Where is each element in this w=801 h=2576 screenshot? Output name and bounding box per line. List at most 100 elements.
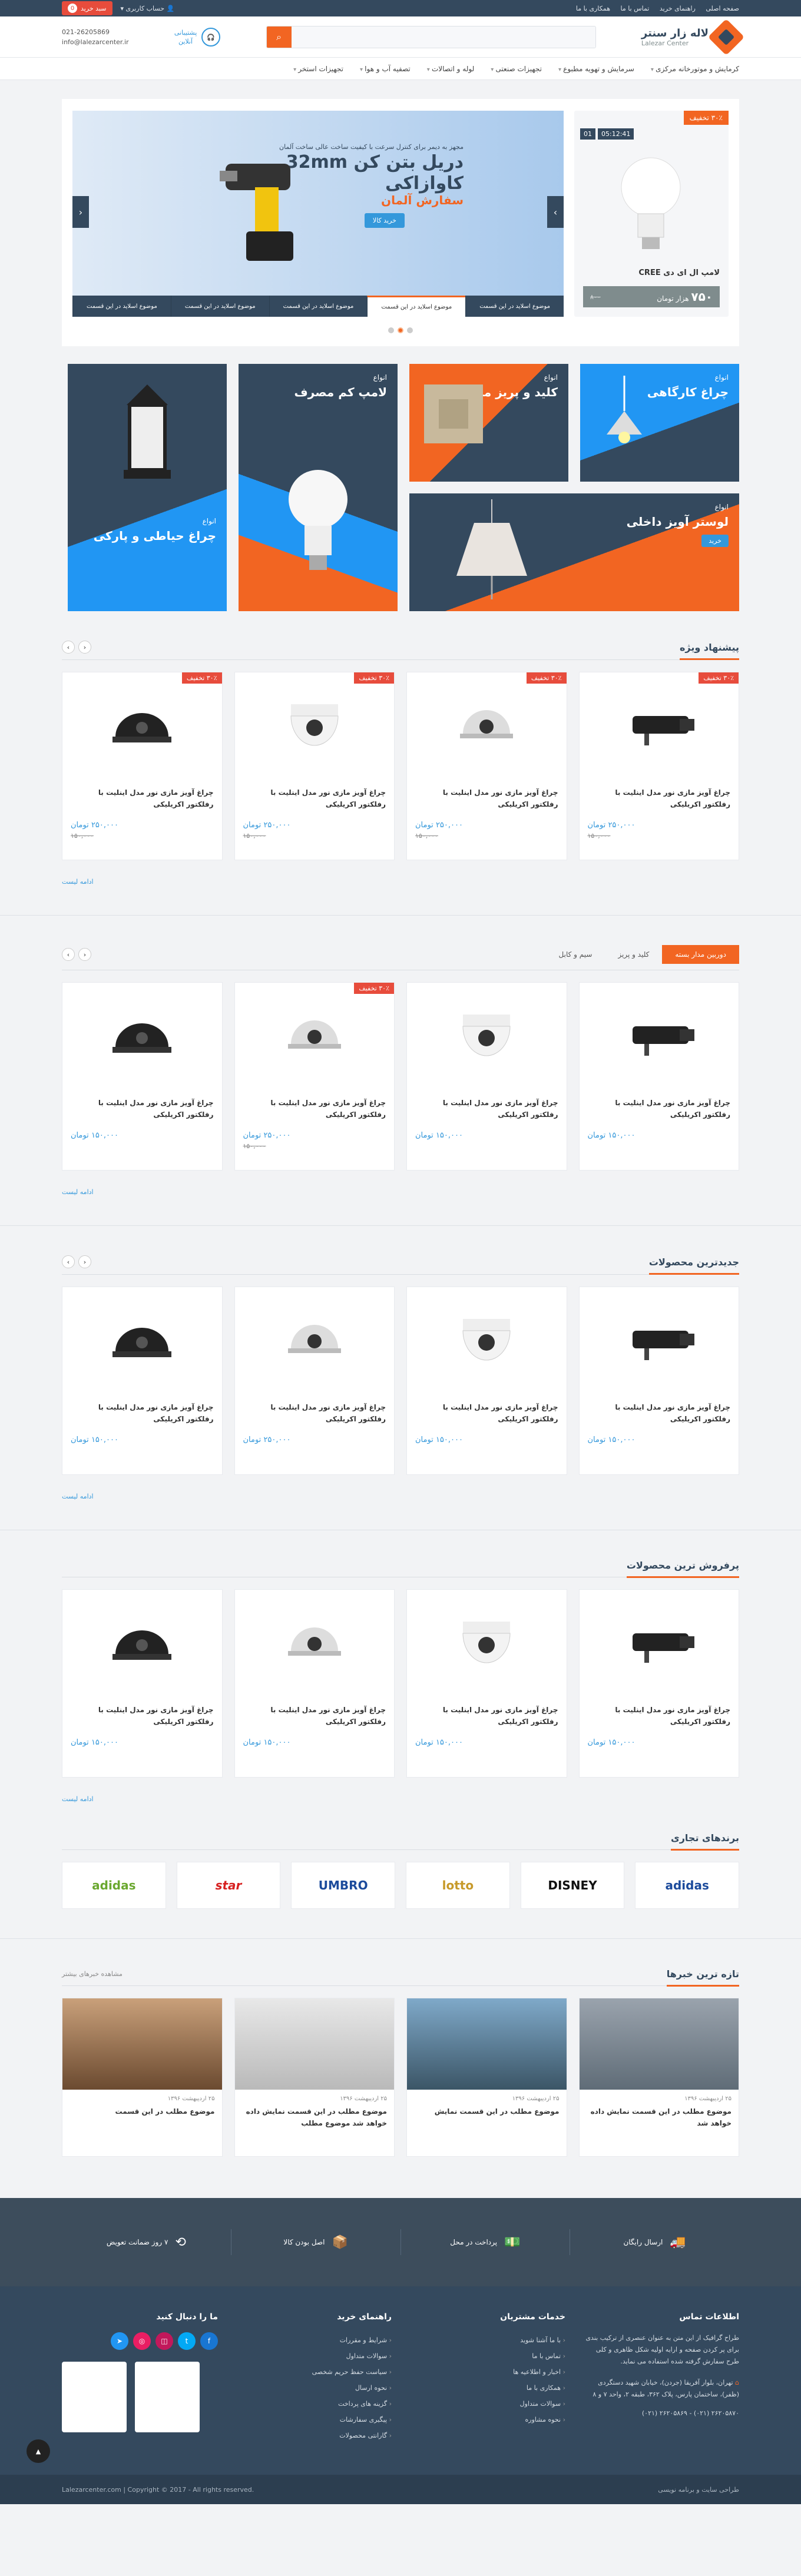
enamad-seal[interactable]: [135, 2362, 200, 2432]
product-name[interactable]: چراغ آویز مازی نور مدل اینلیت با رفلکتور…: [243, 1401, 386, 1425]
footer-link[interactable]: همکاری با ما: [409, 2380, 565, 2396]
tab-cctv[interactable]: دوربین مدار بسته: [662, 945, 739, 964]
slider-prev-button[interactable]: ‹: [72, 196, 89, 228]
header-email[interactable]: info@lalezarcenter.ir: [62, 37, 129, 47]
account-menu[interactable]: 👤 حساب کاربری ▾: [121, 5, 175, 12]
product-card[interactable]: چراغ آویز مازی نور مدل اینلیت با رفلکتور…: [578, 982, 739, 1171]
more-link[interactable]: ادامه لیست: [62, 1795, 739, 1803]
news-card[interactable]: ۲۵ اردیبهشت ۱۳۹۶ موضوع مطلب در این قسمت ن…: [578, 1998, 739, 2157]
banner-garden-light[interactable]: انواع چراغ حیاطی و پارکی: [68, 364, 227, 611]
product-name[interactable]: چراغ آویز مازی نور مدل اینلیت با رفلکتور…: [243, 1097, 386, 1120]
news-title[interactable]: موضوع مطلب در این قسمت نمایش: [407, 2102, 567, 2121]
news-title[interactable]: موضوع مطلب در این قسمت: [62, 2102, 222, 2121]
product-name[interactable]: چراغ آویز مازی نور مدل اینلیت با رفلکتور…: [415, 787, 558, 810]
product-name[interactable]: چراغ آویز مازی نور مدل اینلیت با رفلکتور…: [415, 1097, 558, 1120]
banner-switch-socket[interactable]: انواع کلید و پریز متدو: [409, 364, 568, 482]
slider-dot-active[interactable]: [398, 327, 403, 333]
online-support[interactable]: 🎧 پشتیبانی آنلاین: [174, 28, 221, 47]
nav-item-pool[interactable]: تجهیزات استخر: [293, 65, 343, 73]
footer-link[interactable]: با ما آشنا شوید: [409, 2332, 565, 2348]
more-link[interactable]: ادامه لیست: [62, 1493, 739, 1500]
special-deal-box[interactable]: ۳۰٪ تخفیف 01 05:12:41 لامپ ال ای دی CREE …: [574, 111, 729, 317]
cart-button[interactable]: سبد خرید 0: [62, 1, 112, 15]
slider-tab[interactable]: موضوع اسلاید در این قسمت: [170, 296, 269, 317]
product-name[interactable]: چراغ آویز مازی نور مدل اینلیت با رفلکتور…: [71, 1401, 214, 1425]
product-card[interactable]: چراغ آویز مازی نور مدل اینلیت با رفلکتور…: [62, 1589, 223, 1778]
brand-logo-disney[interactable]: DISNEY: [520, 1862, 625, 1909]
nav-item-heating[interactable]: کرمایش و موتورخانه مرکزی: [651, 65, 739, 73]
product-name[interactable]: چراغ آویز مازی نور مدل اینلیت با رفلکتور…: [243, 787, 386, 810]
nav-item-cooling[interactable]: سرمایش و تهویه مطبوع: [558, 65, 634, 73]
carousel-next[interactable]: ›: [78, 641, 91, 654]
footer-link[interactable]: نحوه مشاوره: [409, 2412, 565, 2428]
product-card[interactable]: ۳۰٪ تخفیف چراغ آویز مازی نور مدل اینلیت ب…: [234, 982, 395, 1171]
brand-logo-lotto[interactable]: lotto: [406, 1862, 510, 1909]
product-name[interactable]: چراغ آویز مازی نور مدل اینلیت با رفلکتور…: [415, 1704, 558, 1728]
footer-link[interactable]: سیاست حفظ حریم شخصی: [236, 2364, 392, 2380]
facebook-icon[interactable]: f: [200, 2332, 218, 2350]
instagram-icon[interactable]: ◫: [155, 2332, 173, 2350]
more-news-link[interactable]: مشاهده خبرهای بیشتر: [62, 1970, 123, 1978]
top-link-home[interactable]: صفحه اصلی: [706, 5, 739, 12]
nav-item-water[interactable]: تصفیه آب و هوا: [360, 65, 411, 73]
footer-link[interactable]: سوالات متداول: [236, 2348, 392, 2364]
product-card[interactable]: چراغ آویز مازی نور مدل اینلیت با رفلکتور…: [62, 982, 223, 1171]
telegram-icon[interactable]: ➤: [111, 2332, 128, 2350]
carousel-next[interactable]: ›: [78, 1255, 91, 1268]
product-card[interactable]: چراغ آویز مازی نور مدل اینلیت با رفلکتور…: [578, 1287, 739, 1475]
news-card[interactable]: ۲۵ اردیبهشت ۱۳۹۶ موضوع مطلب در این قسمت: [62, 1998, 223, 2157]
product-card[interactable]: چراغ آویز مازی نور مدل اینلیت با رفلکتور…: [578, 1589, 739, 1778]
dribbble-icon[interactable]: ◎: [133, 2332, 151, 2350]
product-name[interactable]: چراغ آویز مازی نور مدل اینلیت با رفلکتور…: [71, 1097, 214, 1120]
brand-logo-adidas-green[interactable]: adidas: [62, 1862, 166, 1909]
news-title[interactable]: موضوع مطلب در این قسمت نمایش داده خواهد …: [580, 2102, 739, 2133]
slider-tab[interactable]: موضوع اسلاید در این قسمت: [72, 296, 171, 317]
search-input[interactable]: [291, 26, 595, 48]
footer-link[interactable]: گارانتی محصولات: [236, 2428, 392, 2444]
more-link[interactable]: ادامه لیست: [62, 1188, 739, 1196]
product-card[interactable]: چراغ آویز مازی نور مدل اینلیت با رفلکتور…: [406, 1589, 567, 1778]
product-card[interactable]: چراغ آویز مازی نور مدل اینلیت با رفلکتور…: [234, 1287, 395, 1475]
news-card[interactable]: ۲۵ اردیبهشت ۱۳۹۶ موضوع مطلب در این قسمت ن…: [234, 1998, 395, 2157]
brand-logo-umbro[interactable]: UMBRO: [291, 1862, 395, 1909]
product-card[interactable]: چراغ آویز مازی نور مدل اینلیت با رفلکتور…: [406, 1287, 567, 1475]
carousel-next[interactable]: ›: [78, 948, 91, 961]
footer-link[interactable]: گزینه های پرداخت: [236, 2396, 392, 2412]
tab-switch[interactable]: کلید و پریز: [605, 945, 662, 964]
samandehi-seal[interactable]: [62, 2362, 127, 2432]
product-name[interactable]: چراغ آویز مازی نور مدل اینلیت با رفلکتور…: [415, 1401, 558, 1425]
product-name[interactable]: چراغ آویز مازی نور مدل اینلیت با رفلکتور…: [71, 787, 214, 810]
product-name[interactable]: چراغ آویز مازی نور مدل اینلیت با رفلکتور…: [71, 1704, 214, 1728]
carousel-prev[interactable]: ‹: [62, 948, 75, 961]
tab-cable[interactable]: سیم و کابل: [546, 945, 605, 964]
news-card[interactable]: ۲۵ اردیبهشت ۱۳۹۶ موضوع مطلب در این قسمت ن…: [406, 1998, 567, 2157]
top-link-contact[interactable]: تماس با ما: [621, 5, 650, 12]
news-title[interactable]: موضوع مطلب در این قسمت نمایش داده خواهد …: [235, 2102, 395, 2133]
product-card[interactable]: چراغ آویز مازی نور مدل اینلیت با رفلکتور…: [406, 982, 567, 1171]
footer-link[interactable]: تماس با ما: [409, 2348, 565, 2364]
slider-dot[interactable]: [407, 327, 413, 333]
product-card[interactable]: ۳۰٪ تخفیف چراغ آویز مازی نور مدل اینلیت …: [62, 672, 223, 860]
brand-logo-star[interactable]: star: [176, 1862, 281, 1909]
product-name[interactable]: چراغ آویز مازی نور مدل اینلیت با رفلکتور…: [588, 1401, 730, 1425]
carousel-prev[interactable]: ‹: [62, 641, 75, 654]
footer-link[interactable]: شرایط و مقررات: [236, 2332, 392, 2348]
banner-buy-button[interactable]: خرید: [701, 535, 729, 547]
scroll-top-button[interactable]: ▲: [27, 2439, 50, 2463]
footer-link[interactable]: نحوه ارسال: [236, 2380, 392, 2396]
twitter-icon[interactable]: t: [178, 2332, 196, 2350]
nav-item-industrial[interactable]: تجهیزات صنعتی: [491, 65, 542, 73]
top-link-cooperate[interactable]: همکاری با ما: [576, 5, 610, 12]
slider-next-button[interactable]: ›: [547, 196, 564, 228]
slider-tab[interactable]: موضوع اسلاید در این قسمت: [269, 296, 368, 317]
brand-logo-adidas[interactable]: adidas: [635, 1862, 739, 1909]
product-card[interactable]: چراغ آویز مازی نور مدل اینلیت با رفلکتور…: [62, 1287, 223, 1475]
product-name[interactable]: چراغ آویز مازی نور مدل اینلیت با رفلکتور…: [588, 1704, 730, 1728]
top-link-guide[interactable]: راهنمای خرید: [660, 5, 696, 12]
footer-link[interactable]: سوالات متداول: [409, 2396, 565, 2412]
slider-tab[interactable]: موضوع اسلاید در این قسمت: [465, 296, 564, 317]
more-link[interactable]: ادامه لیست: [62, 878, 739, 886]
slide-buy-button[interactable]: خرید کالا: [364, 213, 405, 228]
product-card[interactable]: ۳۰٪ تخفیف چراغ آویز مازی نور مدل اینلیت …: [234, 672, 395, 860]
product-card[interactable]: ۳۰٪ تخفیف چراغ آویز مازی نور مدل اینلیت …: [406, 672, 567, 860]
